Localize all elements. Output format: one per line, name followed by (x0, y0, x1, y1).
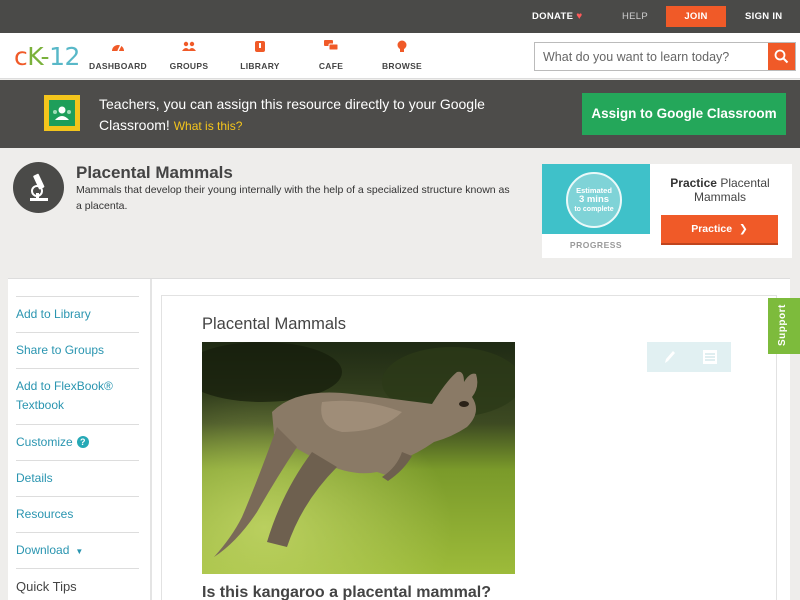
content-question: Is this kangaroo a placental mammal? (202, 584, 491, 600)
dashboard-icon (112, 44, 124, 52)
sidebar-item-details[interactable]: Details (16, 460, 139, 496)
nav-dashboard[interactable]: DASHBOARD (83, 40, 153, 71)
donate-link[interactable]: DONATE ♥ (532, 0, 582, 33)
annotate-tool[interactable] (647, 342, 689, 372)
google-classroom-icon (44, 95, 80, 131)
estimate-badge: Estimated 3 mins to complete (566, 172, 622, 228)
progress-label: PROGRESS (569, 240, 623, 250)
join-button[interactable]: JOIN (666, 6, 726, 27)
chevron-right-icon: ❯ (738, 223, 748, 235)
sidebar-item-share-to-groups[interactable]: Share to Groups (16, 332, 139, 368)
caret-down-icon: ▼ (75, 547, 84, 556)
content-title: Placental Mammals (202, 315, 346, 333)
nav-browse[interactable]: BROWSE (367, 40, 437, 71)
ck12-logo[interactable]: cK-12 (14, 42, 80, 71)
tools-bar (647, 342, 731, 372)
sidebar-item-resources[interactable]: Resources (16, 496, 139, 532)
sidebar-item-customize[interactable]: Customize? (16, 424, 139, 460)
google-classroom-banner: Teachers, you can assign this resource d… (0, 80, 800, 148)
heart-icon: ♥ (576, 11, 583, 22)
groups-icon (182, 41, 196, 51)
kangaroo-photo (202, 342, 515, 574)
practice-card: Estimated 3 mins to complete PROGRESS Pr… (542, 164, 792, 258)
search-input[interactable] (535, 43, 769, 70)
help-icon[interactable]: ? (76, 436, 89, 448)
notes-tool[interactable] (689, 342, 731, 372)
microscope-icon (13, 162, 64, 213)
notes-icon (703, 350, 717, 364)
content-area: Add to Library Share to Groups Add to Fl… (8, 278, 790, 600)
sidebar-item-add-to-library[interactable]: Add to Library (16, 296, 139, 332)
sidebar-item-quick-tips[interactable]: Quick Tips (16, 568, 139, 600)
library-icon (255, 41, 265, 52)
banner-text: Teachers, you can assign this resource d… (99, 96, 485, 133)
search-box (534, 42, 796, 71)
search-button[interactable] (768, 43, 795, 70)
top-utility-bar: DONATE ♥ HELP JOIN SIGN IN (0, 0, 800, 33)
cafe-icon (324, 40, 338, 51)
assign-google-classroom-button[interactable]: Assign to Google Classroom (582, 93, 786, 135)
practice-thumbnail[interactable]: Estimated 3 mins to complete (542, 164, 650, 234)
search-icon (774, 49, 789, 64)
concept-header: Placental Mammals Mammals that develop t… (0, 148, 800, 278)
main-content-card: Placental Mammals Is this kangaroo a pla… (161, 295, 777, 600)
pen-icon (665, 351, 675, 363)
support-tab[interactable]: Support (768, 298, 800, 354)
sidebar-item-add-to-flexbook[interactable]: Add to FlexBook® Textbook (16, 368, 139, 424)
nav-library[interactable]: LIBRARY (225, 40, 295, 71)
sidebar-item-download[interactable]: Download ▼ (16, 532, 139, 568)
concept-description: Mammals that develop their young interna… (76, 184, 510, 212)
sign-in-link[interactable]: SIGN IN (745, 0, 782, 33)
what-is-this-link[interactable]: What is this? (174, 119, 243, 133)
browse-icon (397, 40, 407, 52)
main-nav: cK-12 DASHBOARD GROUPS LIBRARY CAFE BROW… (0, 33, 800, 79)
help-link[interactable]: HELP (622, 0, 648, 33)
practice-title: Practice Placental Mammals (670, 176, 770, 204)
nav-cafe[interactable]: CAFE (296, 40, 366, 71)
nav-groups[interactable]: GROUPS (154, 40, 224, 71)
page-title: Placental Mammals (76, 163, 233, 182)
sidebar: Add to Library Share to Groups Add to Fl… (8, 279, 152, 600)
practice-button[interactable]: Practice ❯ (661, 215, 778, 245)
